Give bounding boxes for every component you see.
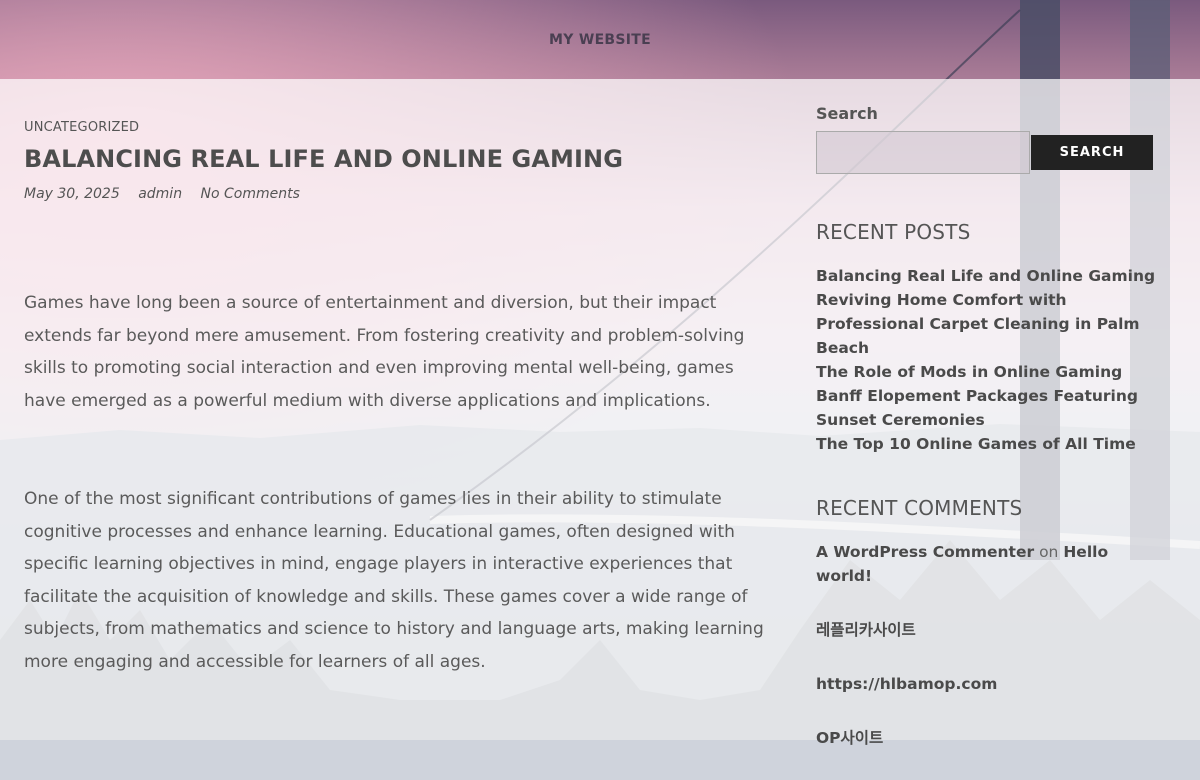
recent-posts-widget: RECENT POSTS Balancing Real Life and Onl… bbox=[816, 220, 1161, 456]
recent-post-link[interactable]: The Role of Mods in Online Gaming bbox=[816, 360, 1161, 384]
post-category-link[interactable]: UNCATEGORIZED bbox=[24, 120, 769, 135]
post-body: Games have long been a source of enterta… bbox=[24, 287, 769, 678]
search-input[interactable] bbox=[816, 131, 1030, 174]
comment-author-link[interactable]: 레플리카사이트 bbox=[816, 621, 916, 639]
recent-post-link[interactable]: Banff Elopement Packages Featuring Sunse… bbox=[816, 384, 1161, 432]
post-author-link[interactable]: admin bbox=[138, 186, 182, 202]
recent-posts-title: RECENT POSTS bbox=[816, 220, 971, 244]
recent-comment-item: OP사이트 bbox=[816, 726, 1161, 750]
post-paragraph: Games have long been a source of enterta… bbox=[24, 293, 745, 411]
search-button[interactable]: SEARCH bbox=[1031, 135, 1153, 170]
comment-author-link[interactable]: A WordPress Commenter bbox=[816, 543, 1034, 561]
post-comments-link[interactable]: No Comments bbox=[201, 186, 300, 202]
post-paragraph: One of the most significant contribution… bbox=[24, 489, 764, 672]
post-date-link[interactable]: May 30, 2025 bbox=[24, 186, 120, 202]
recent-post-link[interactable]: The Top 10 Online Games of All Time bbox=[816, 432, 1161, 456]
search-widget: Search SEARCH bbox=[816, 104, 1161, 174]
site-header: MY WEBSITE bbox=[0, 0, 1200, 79]
recent-comment-item: https://hlbamop.com bbox=[816, 672, 1161, 696]
recent-post-link[interactable]: Reviving Home Comfort with Professional … bbox=[816, 288, 1161, 360]
search-label: Search bbox=[816, 104, 878, 123]
recent-comments-widget: RECENT COMMENTS A WordPress Commenter on… bbox=[816, 496, 1161, 750]
post-title[interactable]: BALANCING REAL LIFE AND ONLINE GAMING bbox=[24, 145, 769, 173]
recent-post-link[interactable]: Balancing Real Life and Online Gaming bbox=[816, 264, 1161, 288]
post-meta: May 30, 2025 admin No Comments bbox=[24, 186, 769, 202]
comment-author-link[interactable]: OP사이트 bbox=[816, 729, 883, 747]
comment-author-link[interactable]: https://hlbamop.com bbox=[816, 675, 997, 693]
sidebar: Search SEARCH RECENT POSTS Balancing Rea… bbox=[816, 104, 1161, 780]
recent-comment-item: 레플리카사이트 bbox=[816, 618, 1161, 642]
comment-on-text: on bbox=[1039, 543, 1059, 561]
site-title-link[interactable]: MY WEBSITE bbox=[549, 32, 651, 48]
recent-comments-title: RECENT COMMENTS bbox=[816, 496, 1023, 520]
recent-comment-item: A WordPress Commenter on Hello world! bbox=[816, 540, 1161, 588]
post-article: UNCATEGORIZED BALANCING REAL LIFE AND ON… bbox=[24, 120, 769, 678]
